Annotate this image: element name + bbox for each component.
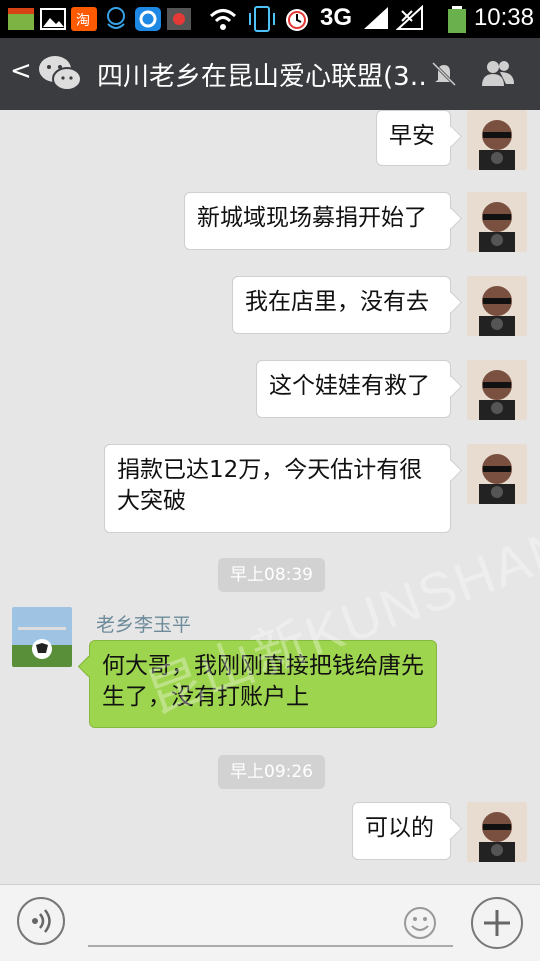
gallery-notification-icon xyxy=(40,8,66,30)
avatar-self[interactable] xyxy=(467,360,527,420)
message-text: 我在店里，没有去 xyxy=(245,289,429,315)
network-type: 3G xyxy=(320,4,353,31)
people-icon[interactable] xyxy=(480,56,516,92)
wechat-icon[interactable] xyxy=(36,52,84,96)
message-bubble[interactable]: 我在店里，没有去 xyxy=(232,276,451,334)
vibrate-icon xyxy=(249,6,275,32)
alarm-icon xyxy=(286,9,308,31)
avatar-self[interactable] xyxy=(467,802,527,862)
message-bubble[interactable]: 新城域现场募捐开始了 xyxy=(184,192,451,250)
calendar-notification-icon xyxy=(8,8,34,30)
message-bubble[interactable]: 这个娃娃有救了 xyxy=(256,360,451,418)
status-bar: 淘 3G 10:38 xyxy=(0,0,540,38)
message-bubble[interactable]: 捐款已达12万，今天估计有很大突破 xyxy=(104,444,451,533)
qq-notification-icon xyxy=(107,7,125,29)
avatar-self[interactable] xyxy=(467,192,527,252)
voice-icon[interactable] xyxy=(17,897,65,945)
message-text: 新城域现场募捐开始了 xyxy=(197,205,427,231)
sender-name: 老乡李玉平 xyxy=(96,614,192,636)
avatar-self[interactable] xyxy=(467,276,527,336)
emoji-icon[interactable] xyxy=(402,905,438,941)
timestamp: 早上08:39 xyxy=(218,558,325,592)
message-bubble[interactable]: 可以的 xyxy=(352,802,451,860)
weather-notification-icon xyxy=(167,8,191,30)
avatar-self[interactable] xyxy=(467,110,527,170)
message-text: 早安 xyxy=(389,123,435,149)
status-time: 10:38 xyxy=(473,4,534,31)
taobao-notification-icon: 淘 xyxy=(71,7,97,31)
bell-muted-icon xyxy=(431,61,457,87)
signal-off-icon xyxy=(396,5,423,30)
battery-icon xyxy=(448,6,466,33)
signal-icon xyxy=(364,7,388,29)
message-text: 捐款已达12万，今天估计有很大突破 xyxy=(117,457,423,514)
message-text: 这个娃娃有救了 xyxy=(269,373,430,399)
timestamp: 早上09:26 xyxy=(218,755,325,789)
avatar-sender[interactable] xyxy=(12,607,72,667)
message-input[interactable] xyxy=(88,945,453,947)
chat-title: 四川老乡在昆山爱心联盟(3… xyxy=(97,62,427,92)
input-bar xyxy=(0,884,540,961)
message-text: 可以的 xyxy=(365,815,434,841)
avatar-self[interactable] xyxy=(467,444,527,504)
chat-header: < 四川老乡在昆山爱心联盟(3… xyxy=(0,38,540,110)
back-icon[interactable]: < xyxy=(10,56,32,86)
app-notification-icon xyxy=(135,7,161,31)
message-bubble[interactable]: 早安 xyxy=(376,110,451,166)
svg-text:淘: 淘 xyxy=(76,13,90,29)
chat-area[interactable]: 早安 新城域现场募捐开始了 我在店里，没有去 这个娃娃有救了 捐款已达12万，今… xyxy=(0,110,540,884)
plus-icon[interactable] xyxy=(471,897,523,949)
wifi-icon xyxy=(209,9,237,30)
